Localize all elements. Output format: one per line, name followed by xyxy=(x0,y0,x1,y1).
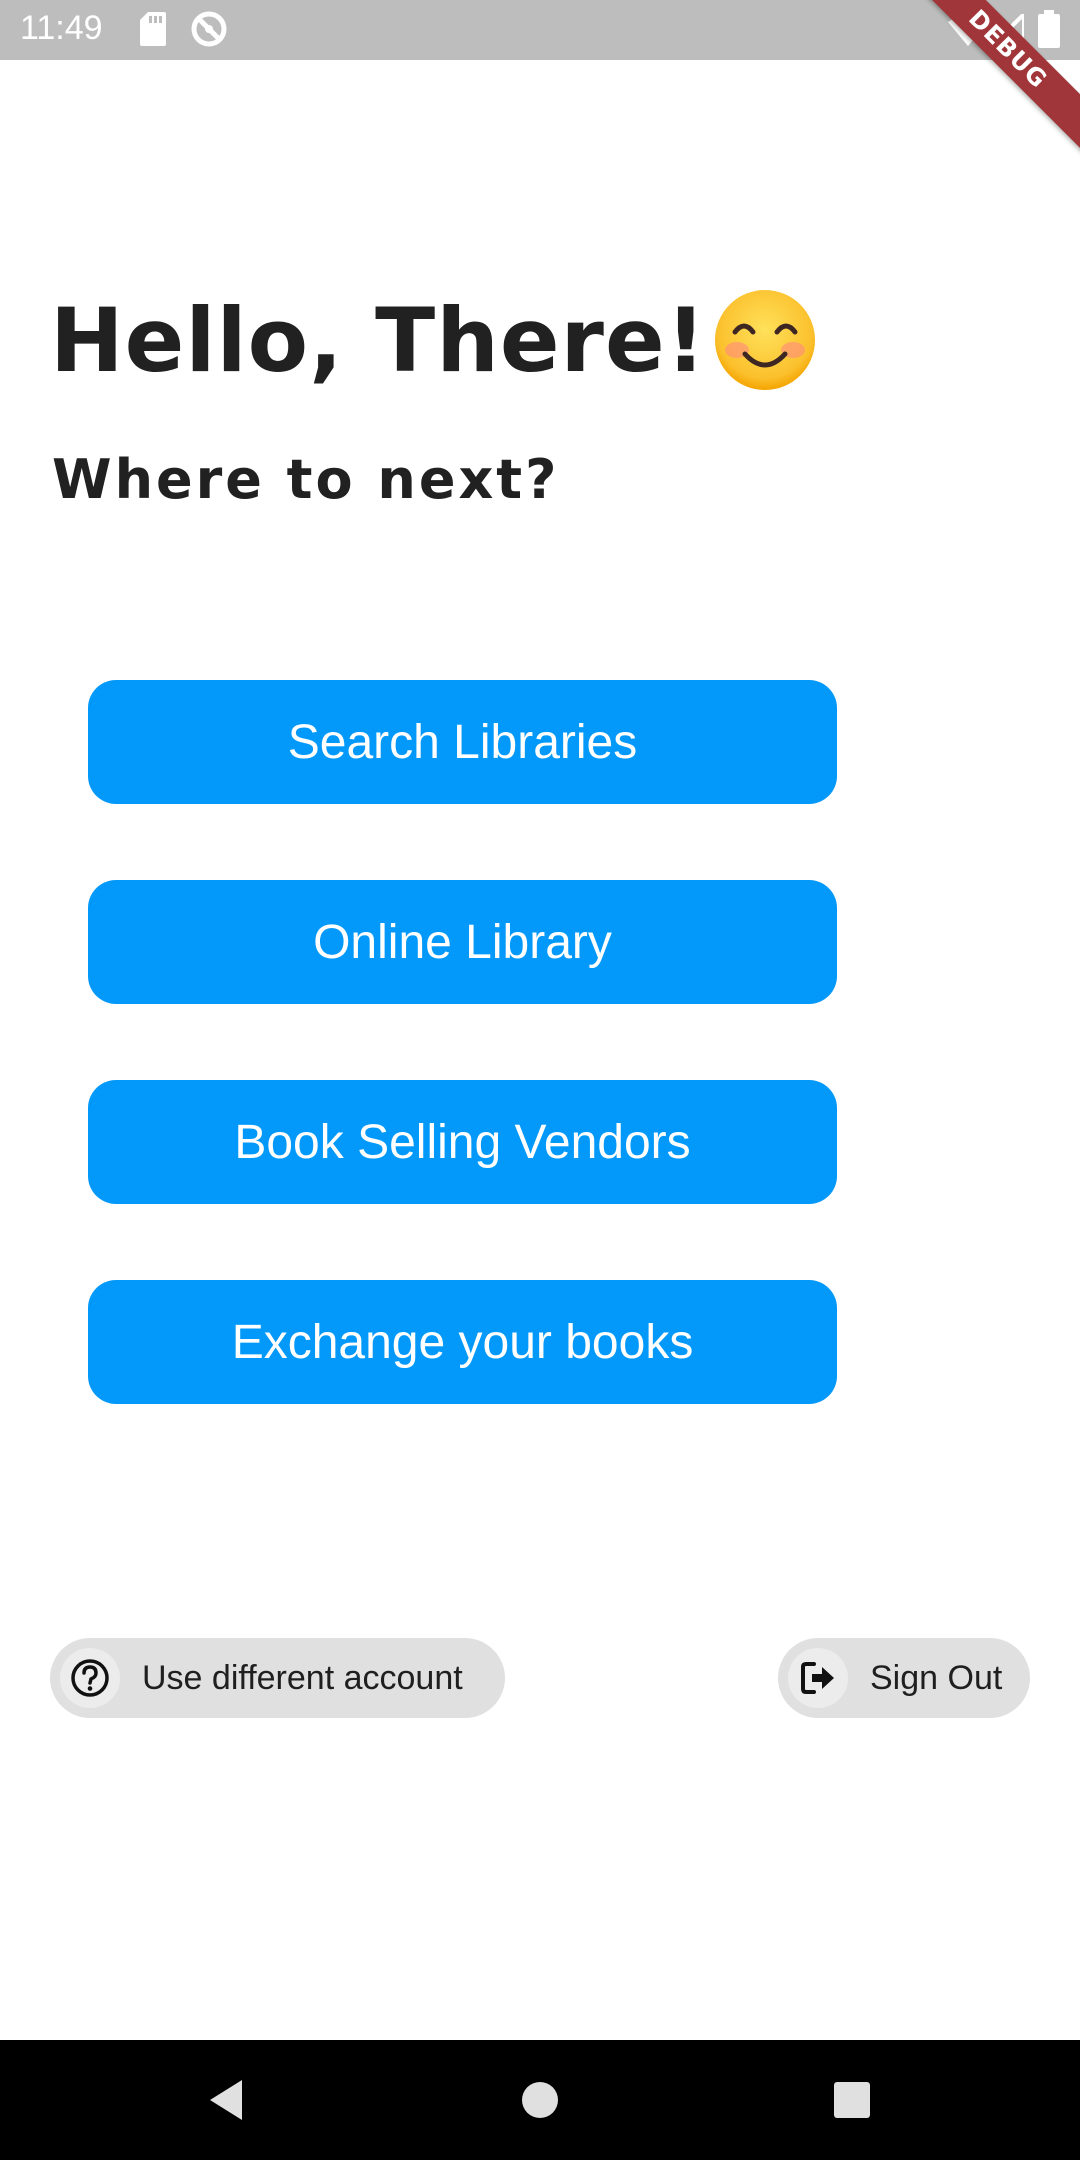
exchange-books-button[interactable]: Exchange your books xyxy=(88,1280,837,1404)
greeting-row: Hello, There! xyxy=(50,280,819,400)
back-icon[interactable] xyxy=(196,2070,256,2130)
use-different-account-label: Use different account xyxy=(142,1658,463,1697)
recents-icon[interactable] xyxy=(822,2070,882,2130)
no-sync-icon xyxy=(190,10,228,53)
home-icon[interactable] xyxy=(510,2070,570,2130)
sign-out-icon xyxy=(788,1648,848,1708)
help-circle-icon xyxy=(60,1648,120,1708)
sign-out-chip[interactable]: Sign Out xyxy=(778,1638,1030,1718)
status-time: 11:49 xyxy=(20,9,103,47)
smiling-face-icon xyxy=(711,286,819,394)
sd-card-icon xyxy=(140,12,166,51)
book-selling-vendors-button[interactable]: Book Selling Vendors xyxy=(88,1080,837,1204)
navigation-bar xyxy=(0,2040,1080,2160)
app-screen: 11:49 DEBUG Hello, There! Where to next?… xyxy=(0,0,1080,2160)
page-subtitle: Where to next? xyxy=(52,448,560,511)
search-libraries-button[interactable]: Search Libraries xyxy=(88,680,837,804)
online-library-button[interactable]: Online Library xyxy=(88,880,837,1004)
page-title: Hello, There! xyxy=(50,288,707,392)
status-bar: 11:49 xyxy=(0,0,1080,60)
sign-out-label: Sign Out xyxy=(870,1658,1003,1697)
battery-icon xyxy=(1038,10,1060,53)
use-different-account-chip[interactable]: Use different account xyxy=(50,1638,505,1718)
